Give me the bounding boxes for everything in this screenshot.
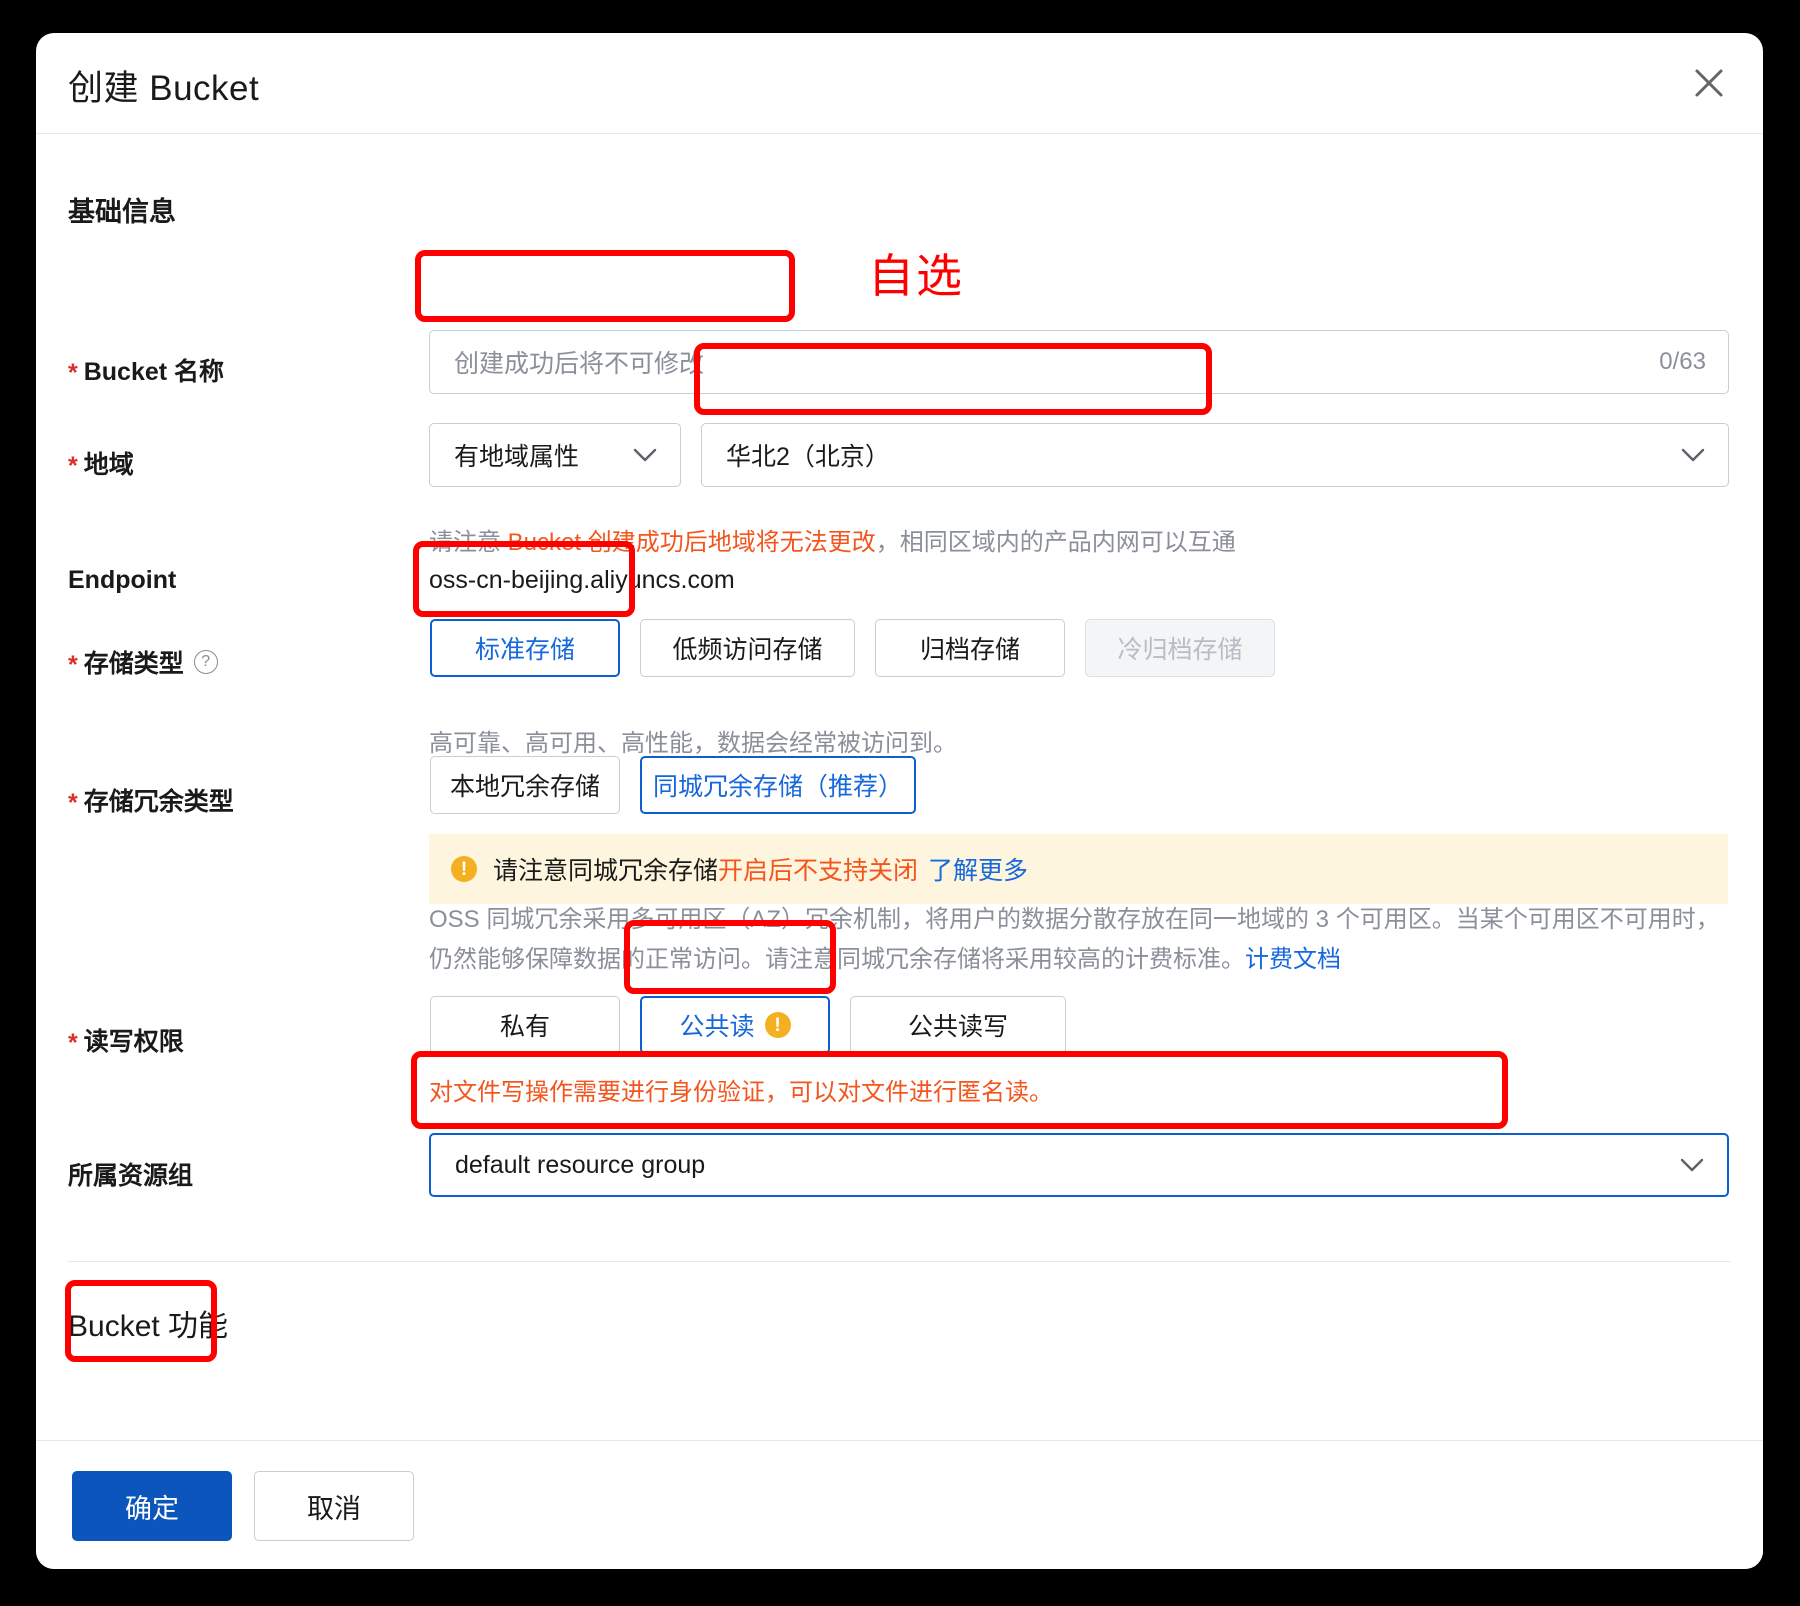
dialog-body: 基础信息 * Bucket 名称 创建成功后将不可修改 0/63 * 地域 有地… xyxy=(36,134,1763,1440)
label-endpoint: Endpoint xyxy=(68,566,176,595)
warning-icon: ! xyxy=(765,1012,791,1038)
acl-option-public-read[interactable]: 公共读 ! xyxy=(640,996,830,1054)
region-select[interactable]: 华北2（北京） xyxy=(701,423,1729,487)
confirm-button-label: 确定 xyxy=(125,1487,179,1526)
option-label: 标准存储 xyxy=(475,630,575,666)
region-hint: 请注意 Bucket 创建成功后地域将无法更改，相同区域内的产品内网可以互通 xyxy=(429,522,1236,557)
label-acl: * 读写权限 xyxy=(68,1022,184,1058)
resource-group-select[interactable]: default resource group xyxy=(429,1133,1729,1197)
label-text: 读写权限 xyxy=(84,1022,184,1058)
chevron-down-icon xyxy=(632,447,680,463)
storage-class-option-archive[interactable]: 归档存储 xyxy=(875,619,1065,677)
question-mark-icon[interactable]: ? xyxy=(194,650,218,674)
option-label: 同城冗余存储（推荐） xyxy=(653,767,903,803)
region-attribute-select[interactable]: 有地域属性 xyxy=(429,423,681,487)
label-text: 存储类型 xyxy=(84,644,184,680)
dialog-footer: 确定 取消 xyxy=(36,1440,1763,1569)
region-value: 华北2（北京） xyxy=(702,437,890,473)
section-title-features: Bucket 功能 xyxy=(68,1301,228,1345)
acl-option-private[interactable]: 私有 xyxy=(430,996,620,1054)
screen-background: 创建 Bucket 基础信息 * Bucket 名称 创建成功后将不可修改 0/… xyxy=(0,0,1800,1606)
required-mark: * xyxy=(68,653,78,678)
label-storage-class: * 存储类型 ? xyxy=(68,644,218,680)
chevron-down-icon xyxy=(1680,447,1728,463)
cancel-button-label: 取消 xyxy=(307,1487,361,1526)
label-text: Bucket 名称 xyxy=(84,352,224,388)
page-title: 创建 Bucket xyxy=(68,60,259,111)
option-label: 公共读 xyxy=(679,1007,754,1043)
warning-icon: ! xyxy=(451,856,477,882)
banner-learn-more-link[interactable]: 了解更多 xyxy=(928,857,1028,885)
region-hint-orange: Bucket 创建成功后地域将无法更改 xyxy=(508,529,876,556)
cancel-button[interactable]: 取消 xyxy=(254,1471,414,1541)
option-label: 低频访问存储 xyxy=(672,630,822,666)
redundancy-option-zrs[interactable]: 同城冗余存储（推荐） xyxy=(640,756,916,814)
option-label: 冷归档存储 xyxy=(1117,630,1242,666)
region-hint-prefix: 请注意 xyxy=(429,529,508,556)
dialog-header: 创建 Bucket xyxy=(36,33,1763,134)
storage-class-description: 高可靠、高可用、高性能，数据会经常被访问到。 xyxy=(429,723,957,758)
option-label: 本地冗余存储 xyxy=(450,767,600,803)
storage-class-option-standard[interactable]: 标准存储 xyxy=(430,619,620,677)
region-attribute-value: 有地域属性 xyxy=(430,437,579,473)
label-bucket-name: * Bucket 名称 xyxy=(68,352,224,388)
label-text: 存储冗余类型 xyxy=(84,782,234,818)
section-divider xyxy=(68,1261,1731,1262)
banner-text-prefix: 请注意同城冗余存储 xyxy=(493,857,718,885)
label-text: 地域 xyxy=(84,445,134,481)
required-mark: * xyxy=(68,454,78,479)
paragraph-line-1: OSS 同城冗余采用多可用区（AZ）冗余机制，将用户的数据分散存放在同一地域的 … xyxy=(429,906,1552,933)
endpoint-value: oss-cn-beijing.aliyuncs.com xyxy=(429,566,735,595)
banner-text-orange: 开启后不支持关闭 xyxy=(718,857,918,885)
bucket-name-input[interactable]: 创建成功后将不可修改 0/63 xyxy=(429,330,1729,394)
resource-group-value: default resource group xyxy=(431,1151,705,1180)
label-region: * 地域 xyxy=(68,445,134,481)
required-mark: * xyxy=(68,1031,78,1056)
section-title-basic: 基础信息 xyxy=(68,190,176,229)
close-icon[interactable] xyxy=(1685,59,1733,107)
label-resource-group: 所属资源组 xyxy=(68,1156,193,1192)
required-mark: * xyxy=(68,361,78,386)
option-label: 公共读写 xyxy=(908,1007,1008,1043)
annotation-label-free-choice: 自选 xyxy=(868,240,964,306)
label-redundancy: * 存储冗余类型 xyxy=(68,782,234,818)
bucket-name-counter: 0/63 xyxy=(1659,348,1728,376)
acl-option-public-read-write[interactable]: 公共读写 xyxy=(850,996,1066,1054)
billing-doc-link[interactable]: 计费文档 xyxy=(1245,946,1341,973)
option-label: 私有 xyxy=(500,1007,550,1043)
label-text: Endpoint xyxy=(68,566,176,595)
storage-class-option-cold-archive: 冷归档存储 xyxy=(1085,619,1275,677)
region-hint-suffix: ，相同区域内的产品内网可以互通 xyxy=(876,529,1236,556)
label-text: 所属资源组 xyxy=(68,1156,193,1192)
redundancy-paragraph: OSS 同城冗余采用多可用区（AZ）冗余机制，将用户的数据分散存放在同一地域的 … xyxy=(429,900,1739,980)
chevron-down-icon xyxy=(1679,1157,1727,1173)
acl-description: 对文件写操作需要进行身份验证，可以对文件进行匿名读。 xyxy=(429,1072,1053,1107)
option-label: 归档存储 xyxy=(920,630,1020,666)
bucket-name-placeholder: 创建成功后将不可修改 xyxy=(430,344,704,380)
banner-text: 请注意同城冗余存储开启后不支持关闭了解更多 xyxy=(493,851,1028,887)
redundancy-option-lrs[interactable]: 本地冗余存储 xyxy=(430,756,620,814)
confirm-button[interactable]: 确定 xyxy=(72,1471,232,1541)
required-mark: * xyxy=(68,791,78,816)
redundancy-warning-banner: ! 请注意同城冗余存储开启后不支持关闭了解更多 xyxy=(429,834,1728,904)
storage-class-option-ia[interactable]: 低频访问存储 xyxy=(640,619,855,677)
